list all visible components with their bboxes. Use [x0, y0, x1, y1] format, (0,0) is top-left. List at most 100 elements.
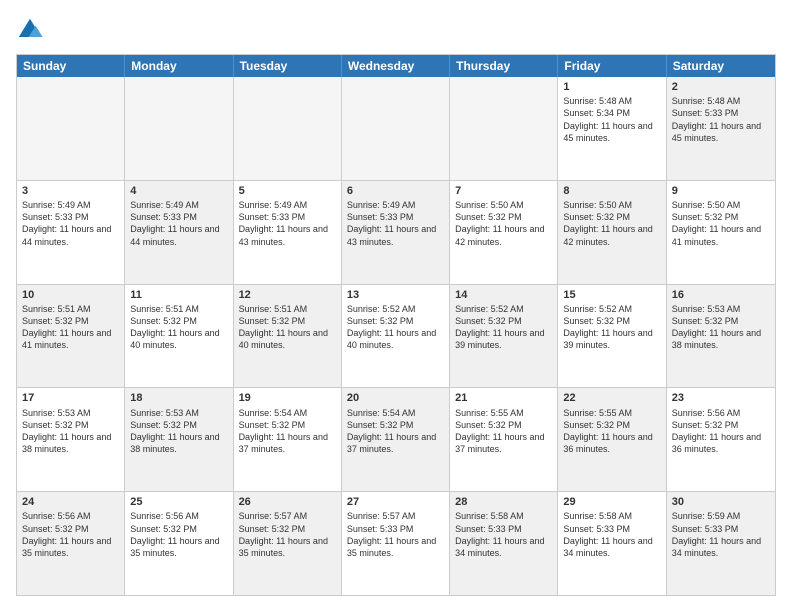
calendar-header-cell: Friday — [558, 55, 666, 77]
day-number: 14 — [455, 288, 552, 302]
day-info: Sunrise: 5:50 AM Sunset: 5:32 PM Dayligh… — [563, 199, 660, 248]
day-number: 2 — [672, 80, 770, 94]
calendar-day-cell: 8Sunrise: 5:50 AM Sunset: 5:32 PM Daylig… — [558, 181, 666, 284]
calendar-day-cell: 9Sunrise: 5:50 AM Sunset: 5:32 PM Daylig… — [667, 181, 775, 284]
calendar-day-cell — [450, 77, 558, 180]
calendar-day-cell: 23 Sunrise: 5:56 AM Sunset: 5:32 PM Dayli… — [667, 388, 775, 491]
calendar-day-cell: 16Sunrise: 5:53 AM Sunset: 5:32 PM Dayli… — [667, 285, 775, 388]
day-number: 4 — [130, 184, 227, 198]
day-number: 15 — [563, 288, 660, 302]
day-number: 19 — [239, 391, 336, 405]
day-info: Sunrise: 5:59 AM Sunset: 5:33 PM Dayligh… — [672, 510, 770, 559]
day-number: 6 — [347, 184, 444, 198]
day-number: 11 — [130, 288, 227, 302]
day-number: 1 — [563, 80, 660, 94]
day-info: Sunrise: 5:49 AM Sunset: 5:33 PM Dayligh… — [347, 199, 444, 248]
day-number: 22 — [563, 391, 660, 405]
calendar-day-cell: 3Sunrise: 5:49 AM Sunset: 5:33 PM Daylig… — [17, 181, 125, 284]
day-info: Sunrise: 5:49 AM Sunset: 5:33 PM Dayligh… — [239, 199, 336, 248]
calendar-header-cell: Saturday — [667, 55, 775, 77]
day-number: 27 — [347, 495, 444, 509]
calendar-day-cell: 13Sunrise: 5:52 AM Sunset: 5:32 PM Dayli… — [342, 285, 450, 388]
day-number: 20 — [347, 391, 444, 405]
day-info: Sunrise: 5:56 AM Sunset: 5:32 PM Dayligh… — [22, 510, 119, 559]
calendar-week-row: 1Sunrise: 5:48 AM Sunset: 5:34 PM Daylig… — [17, 77, 775, 181]
day-number: 26 — [239, 495, 336, 509]
day-number: 29 — [563, 495, 660, 509]
calendar-day-cell: 18Sunrise: 5:53 AM Sunset: 5:32 PM Dayli… — [125, 388, 233, 491]
calendar-day-cell: 21 Sunrise: 5:55 AM Sunset: 5:32 PM Dayli… — [450, 388, 558, 491]
logo — [16, 16, 48, 44]
page: SundayMondayTuesdayWednesdayThursdayFrid… — [0, 0, 792, 612]
calendar-body: 1Sunrise: 5:48 AM Sunset: 5:34 PM Daylig… — [17, 77, 775, 595]
day-number: 24 — [22, 495, 119, 509]
day-number: 12 — [239, 288, 336, 302]
calendar-day-cell — [17, 77, 125, 180]
day-number: 25 — [130, 495, 227, 509]
calendar-week-row: 3 Sunrise: 5:49 AM Sunset: 5:33 PM Daylig… — [17, 181, 775, 285]
day-info: Sunrise: 5:52 AM Sunset: 5:32 PM Dayligh… — [347, 303, 444, 352]
logo-icon — [16, 16, 44, 44]
calendar-day-cell: 1Sunrise: 5:48 AM Sunset: 5:34 PM Daylig… — [558, 77, 666, 180]
calendar-day-cell: 2Sunrise: 5:48 AM Sunset: 5:33 PM Daylig… — [667, 77, 775, 180]
day-number: 3 — [22, 184, 119, 198]
day-number: 16 — [672, 288, 770, 302]
calendar-day-cell: 11Sunrise: 5:51 AM Sunset: 5:32 PM Dayli… — [125, 285, 233, 388]
calendar-header-row: SundayMondayTuesdayWednesdayThursdayFrid… — [17, 55, 775, 77]
calendar-day-cell: 26Sunrise: 5:57 AM Sunset: 5:32 PM Dayli… — [234, 492, 342, 595]
calendar-day-cell: 22 Sunrise: 5:55 AM Sunset: 5:32 PM Dayli… — [558, 388, 666, 491]
day-info: Sunrise: 5:55 AM Sunset: 5:32 PM Dayligh… — [563, 407, 660, 456]
day-info: Sunrise: 5:54 AM Sunset: 5:32 PM Dayligh… — [239, 407, 336, 456]
day-number: 5 — [239, 184, 336, 198]
day-info: Sunrise: 5:48 AM Sunset: 5:34 PM Dayligh… — [563, 95, 660, 144]
calendar-day-cell: 24Sunrise: 5:56 AM Sunset: 5:32 PM Dayli… — [17, 492, 125, 595]
calendar-day-cell: 12Sunrise: 5:51 AM Sunset: 5:32 PM Dayli… — [234, 285, 342, 388]
calendar-header-cell: Wednesday — [342, 55, 450, 77]
day-info: Sunrise: 5:51 AM Sunset: 5:32 PM Dayligh… — [130, 303, 227, 352]
calendar-day-cell: 14Sunrise: 5:52 AM Sunset: 5:32 PM Dayli… — [450, 285, 558, 388]
day-info: Sunrise: 5:53 AM Sunset: 5:32 PM Dayligh… — [130, 407, 227, 456]
day-info: Sunrise: 5:48 AM Sunset: 5:33 PM Dayligh… — [672, 95, 770, 144]
day-number: 30 — [672, 495, 770, 509]
calendar-day-cell: 20 Sunrise: 5:54 AM Sunset: 5:32 PM Dayli… — [342, 388, 450, 491]
day-number: 13 — [347, 288, 444, 302]
calendar-week-row: 17Sunrise: 5:53 AM Sunset: 5:32 PM Dayli… — [17, 388, 775, 492]
calendar-day-cell — [234, 77, 342, 180]
calendar-header-cell: Tuesday — [234, 55, 342, 77]
day-info: Sunrise: 5:54 AM Sunset: 5:32 PM Dayligh… — [347, 407, 444, 456]
calendar-day-cell: 5Sunrise: 5:49 AM Sunset: 5:33 PM Daylig… — [234, 181, 342, 284]
day-info: Sunrise: 5:57 AM Sunset: 5:33 PM Dayligh… — [347, 510, 444, 559]
calendar-day-cell: 29Sunrise: 5:58 AM Sunset: 5:33 PM Dayli… — [558, 492, 666, 595]
day-info: Sunrise: 5:51 AM Sunset: 5:32 PM Dayligh… — [239, 303, 336, 352]
calendar-day-cell: 7Sunrise: 5:50 AM Sunset: 5:32 PM Daylig… — [450, 181, 558, 284]
calendar-day-cell — [342, 77, 450, 180]
day-info: Sunrise: 5:58 AM Sunset: 5:33 PM Dayligh… — [455, 510, 552, 559]
calendar-week-row: 24Sunrise: 5:56 AM Sunset: 5:32 PM Dayli… — [17, 492, 775, 595]
day-number: 23 — [672, 391, 770, 405]
calendar-header-cell: Monday — [125, 55, 233, 77]
day-info: Sunrise: 5:56 AM Sunset: 5:32 PM Dayligh… — [672, 407, 770, 456]
calendar: SundayMondayTuesdayWednesdayThursdayFrid… — [16, 54, 776, 596]
day-info: Sunrise: 5:51 AM Sunset: 5:32 PM Dayligh… — [22, 303, 119, 352]
day-info: Sunrise: 5:53 AM Sunset: 5:32 PM Dayligh… — [22, 407, 119, 456]
day-info: Sunrise: 5:58 AM Sunset: 5:33 PM Dayligh… — [563, 510, 660, 559]
day-info: Sunrise: 5:57 AM Sunset: 5:32 PM Dayligh… — [239, 510, 336, 559]
calendar-day-cell: 10Sunrise: 5:51 AM Sunset: 5:32 PM Dayli… — [17, 285, 125, 388]
calendar-day-cell: 30Sunrise: 5:59 AM Sunset: 5:33 PM Dayli… — [667, 492, 775, 595]
day-number: 10 — [22, 288, 119, 302]
calendar-day-cell: 27Sunrise: 5:57 AM Sunset: 5:33 PM Dayli… — [342, 492, 450, 595]
day-number: 9 — [672, 184, 770, 198]
day-info: Sunrise: 5:50 AM Sunset: 5:32 PM Dayligh… — [455, 199, 552, 248]
calendar-day-cell: 4Sunrise: 5:49 AM Sunset: 5:33 PM Daylig… — [125, 181, 233, 284]
calendar-week-row: 10Sunrise: 5:51 AM Sunset: 5:32 PM Dayli… — [17, 285, 775, 389]
calendar-header-cell: Sunday — [17, 55, 125, 77]
day-info: Sunrise: 5:50 AM Sunset: 5:32 PM Dayligh… — [672, 199, 770, 248]
calendar-day-cell — [125, 77, 233, 180]
calendar-day-cell: 6Sunrise: 5:49 AM Sunset: 5:33 PM Daylig… — [342, 181, 450, 284]
day-info: Sunrise: 5:53 AM Sunset: 5:32 PM Dayligh… — [672, 303, 770, 352]
calendar-day-cell: 19 Sunrise: 5:54 AM Sunset: 5:32 PM Dayli… — [234, 388, 342, 491]
day-number: 21 — [455, 391, 552, 405]
calendar-day-cell: 15Sunrise: 5:52 AM Sunset: 5:32 PM Dayli… — [558, 285, 666, 388]
calendar-day-cell: 17Sunrise: 5:53 AM Sunset: 5:32 PM Dayli… — [17, 388, 125, 491]
day-info: Sunrise: 5:55 AM Sunset: 5:32 PM Dayligh… — [455, 407, 552, 456]
